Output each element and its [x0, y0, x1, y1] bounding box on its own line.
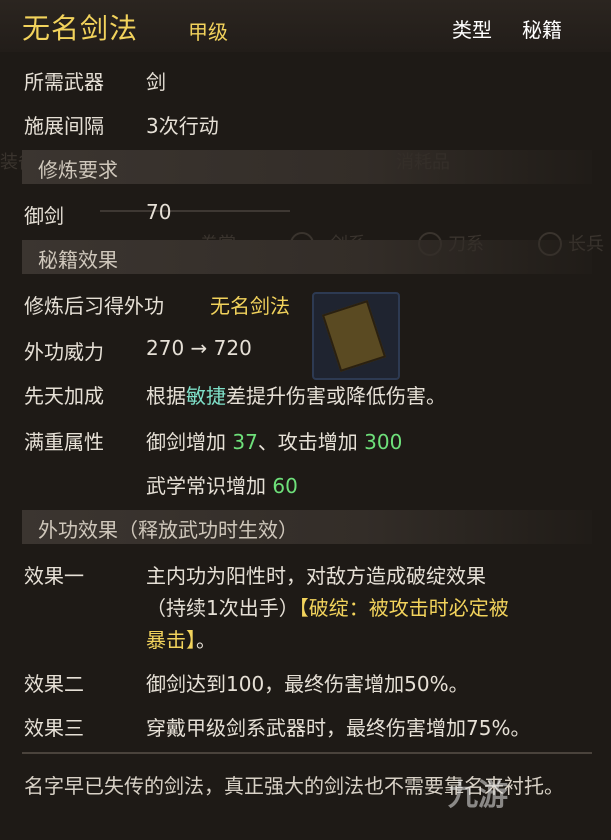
learn-skill-label: 修炼后习得外功 — [24, 294, 164, 318]
section-effects: 秘籍效果 — [22, 240, 592, 274]
martial-knowledge-value: 60 — [272, 474, 298, 498]
footer-divider — [22, 752, 592, 754]
effect-2-label: 效果二 — [24, 672, 84, 696]
item-title: 无名剑法 — [22, 12, 139, 45]
attack-increase-label: 、攻击增加 — [257, 430, 358, 454]
effect-3-label: 效果三 — [24, 716, 84, 740]
cast-interval-value: 3次行动 — [146, 114, 219, 138]
section-external-title: 外功效果（释放武功时生效） — [38, 518, 298, 542]
type-label: 类型 — [452, 18, 492, 42]
full-weight-line1: 御剑增加 37、攻击增加 300 — [146, 426, 402, 455]
effect-1-label: 效果一 — [24, 564, 84, 588]
type-value: 秘籍 — [522, 18, 562, 42]
effect-3-text: 穿戴甲级剑系武器时，最终伤害增加75%。 — [146, 716, 531, 740]
power-value: 270 → 720 — [146, 336, 252, 360]
required-weapon-label: 所需武器 — [24, 70, 104, 94]
book-icon[interactable] — [312, 292, 400, 380]
requirement-sword-value: 70 — [146, 200, 172, 224]
effect-1-duration: （持续1次出手） — [146, 596, 299, 620]
tooltip-header: 无名剑法 甲级 类型 秘籍 — [0, 0, 611, 52]
item-grade: 甲级 — [188, 20, 228, 44]
effect-1-line1: 主内功为阳性时，对敌方造成破绽效果 — [146, 564, 486, 588]
attack-increase-value: 300 — [364, 430, 403, 454]
effect-1-flaw-desc: 【破绽：被攻击时必定被 — [298, 596, 509, 620]
sword-increase-value: 37 — [232, 430, 258, 454]
martial-knowledge-label: 武学常识增加 — [146, 474, 266, 498]
required-weapon-value: 剑 — [146, 70, 166, 94]
section-requirement: 修炼要求 — [22, 150, 592, 184]
cast-interval-label: 施展间隔 — [24, 114, 104, 138]
effect-1-line2: （持续1次出手）【破绽：被攻击时必定被 — [146, 592, 509, 621]
innate-text-part2: 差提升伤害或降低伤害。 — [226, 384, 446, 408]
book-cover-icon — [321, 300, 387, 372]
effect-1-line3: 暴击】。 — [146, 624, 216, 653]
section-external-effects: 外功效果（释放武功时生效） — [22, 510, 592, 544]
requirement-divider — [100, 210, 290, 212]
innate-attribute: 敏捷 — [186, 384, 226, 408]
section-requirement-title: 修炼要求 — [38, 158, 118, 182]
full-weight-label: 满重属性 — [24, 430, 104, 454]
section-effects-title: 秘籍效果 — [38, 248, 118, 272]
full-weight-line2: 武学常识增加 60 — [146, 470, 298, 499]
requirement-sword-label: 御剑 — [24, 204, 64, 228]
innate-bonus-text: 根据敏捷差提升伤害或降低伤害。 — [146, 380, 446, 409]
effect-1-flaw-end: 暴击】 — [146, 628, 196, 652]
effect-2-text: 御剑达到100，最终伤害增加50%。 — [146, 672, 469, 696]
innate-bonus-label: 先天加成 — [24, 384, 104, 408]
watermark-logo: 九游 — [448, 778, 508, 813]
effect-1-period: 。 — [196, 628, 216, 652]
power-label: 外功威力 — [24, 340, 104, 364]
sword-increase-label: 御剑增加 — [146, 430, 226, 454]
innate-text-part1: 根据 — [146, 384, 186, 408]
learn-skill-value: 无名剑法 — [210, 294, 290, 318]
